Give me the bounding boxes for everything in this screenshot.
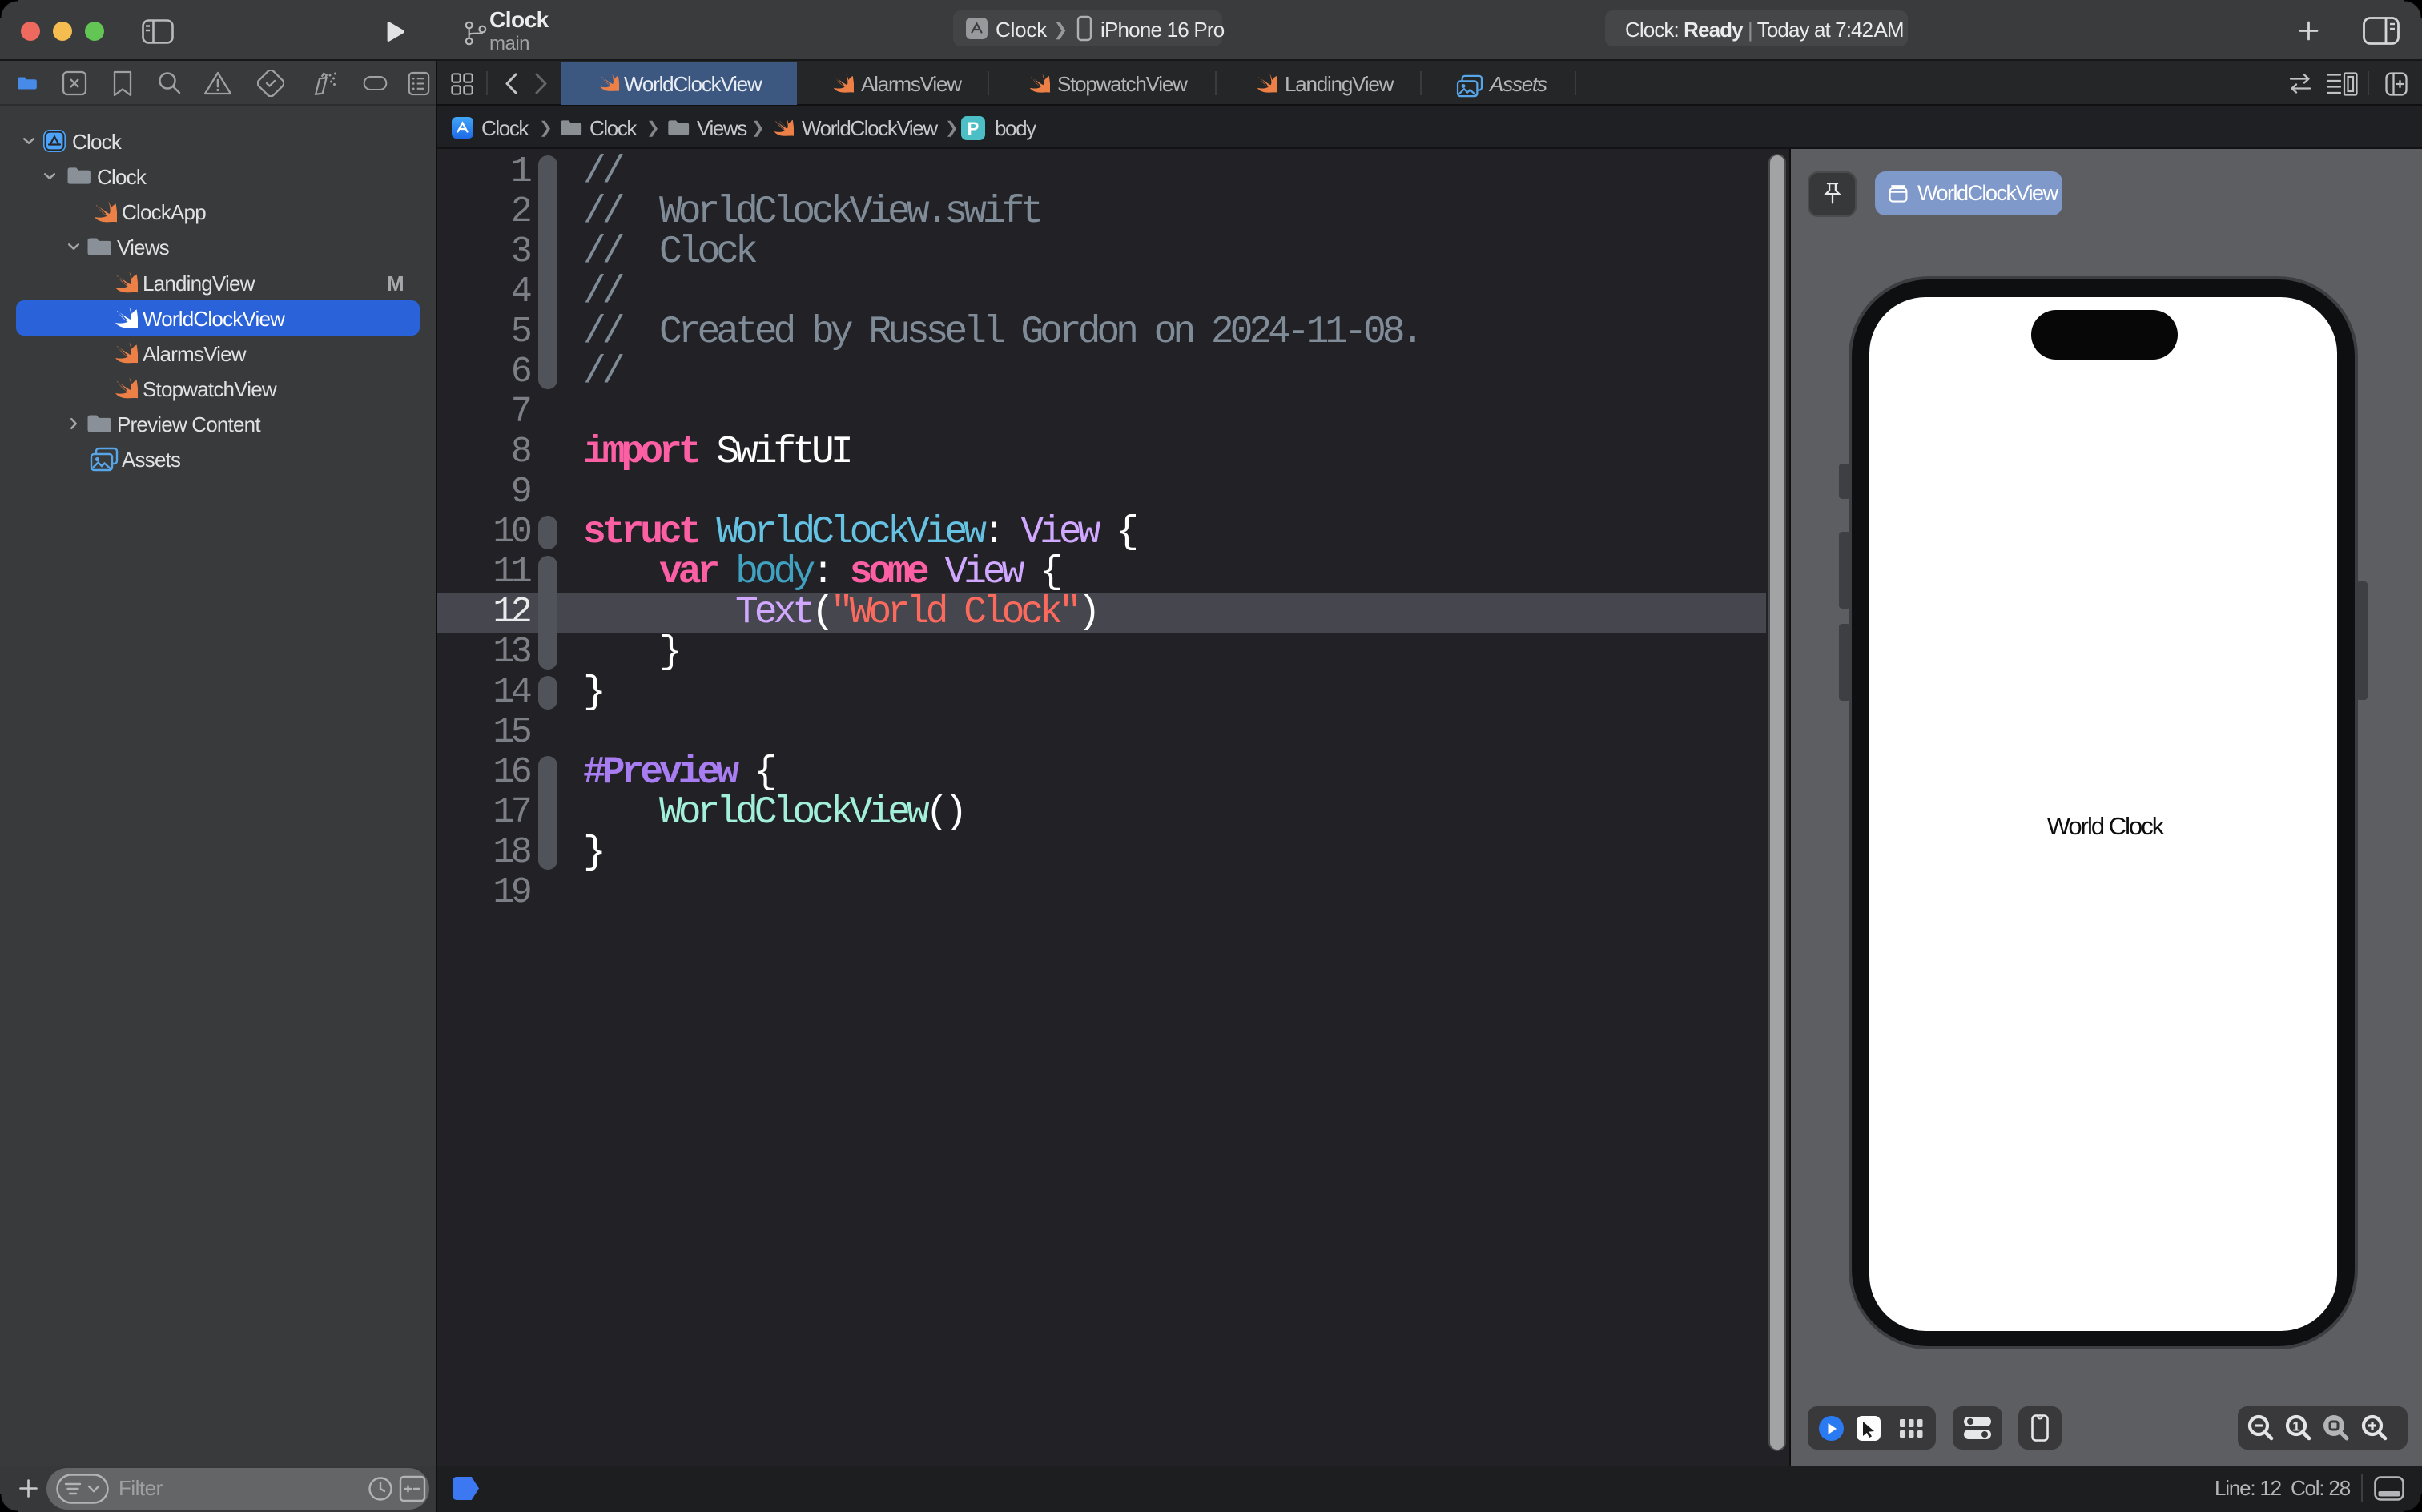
- svg-text:1: 1: [2292, 1419, 2299, 1434]
